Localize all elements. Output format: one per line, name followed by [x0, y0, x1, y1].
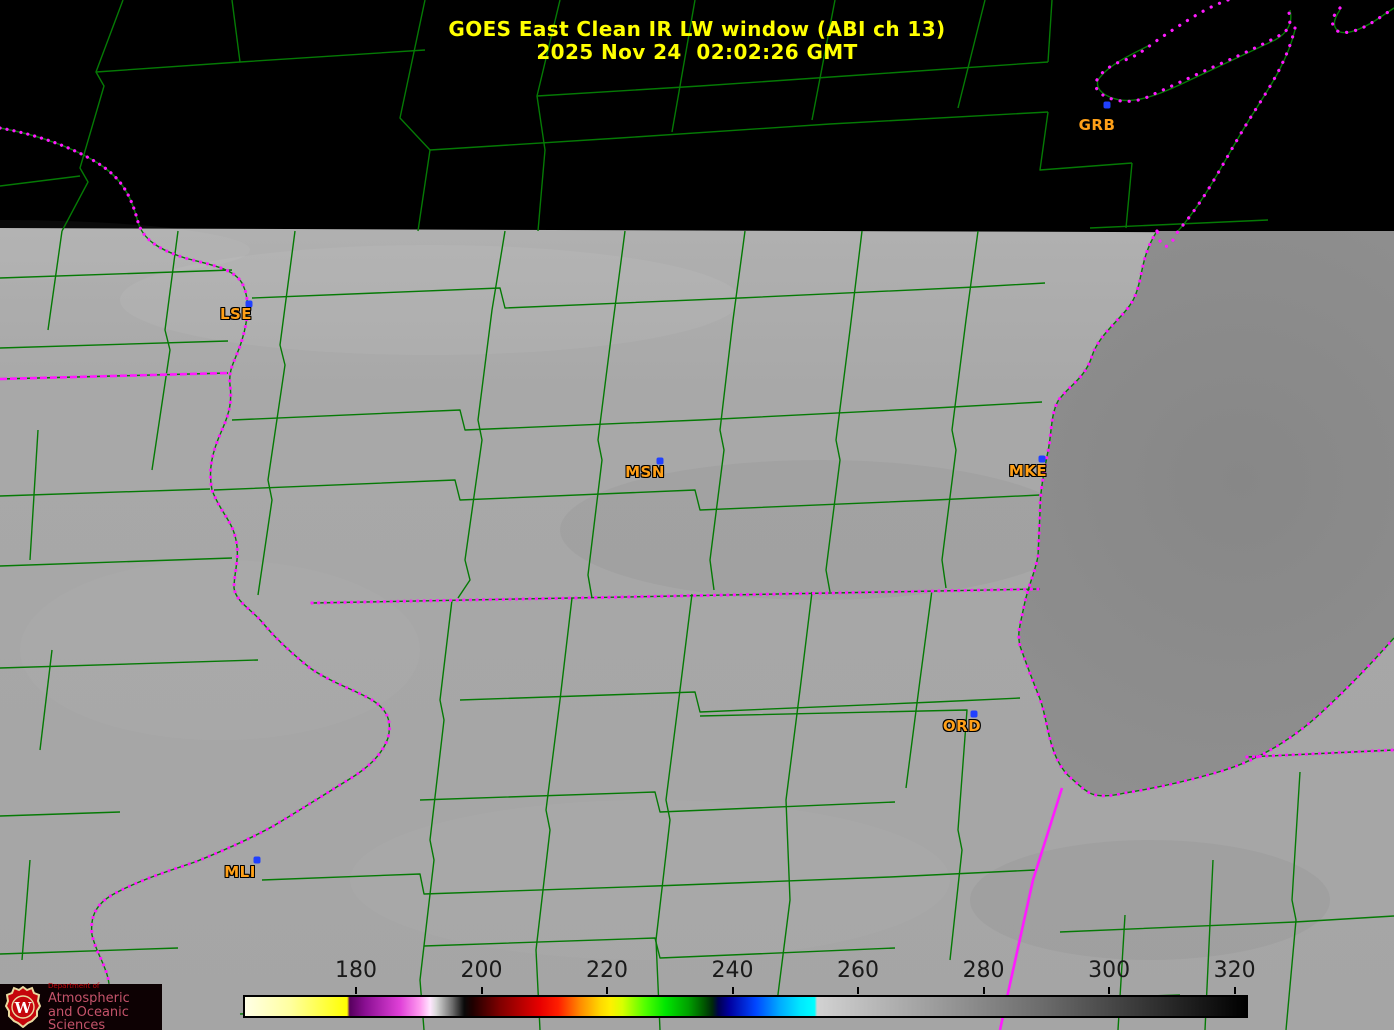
- station-dot-grb: [1103, 101, 1111, 109]
- colorbar-tick: [731, 987, 734, 994]
- colorbar: [243, 995, 1248, 1018]
- logo-name-line1: Atmospheric: [48, 990, 130, 1006]
- image-title: GOES East Clean IR LW window (ABI ch 13)…: [0, 18, 1394, 64]
- colorbar-tick: [480, 987, 483, 994]
- station-label-msn: MSN: [625, 463, 665, 481]
- uw-aos-logo: W Department of Atmospheric and Oceanic …: [0, 981, 162, 1030]
- colorbar-tick: [857, 987, 860, 994]
- station-label-ord: ORD: [942, 717, 982, 735]
- colorbar-tick: [982, 987, 985, 994]
- colorbar-tick: [355, 987, 357, 994]
- colorbar-tick-label: 240: [711, 958, 754, 983]
- logo-dept-line: Department of: [48, 981, 100, 990]
- map-canvas: [0, 0, 1394, 1030]
- station-label-mke: MKE: [1008, 462, 1048, 480]
- colorbar-tick-label: 200: [460, 958, 503, 983]
- title-line-1: GOES East Clean IR LW window (ABI ch 13): [448, 17, 946, 41]
- colorbar-tick: [1233, 987, 1236, 994]
- colorbar-tick-label: 180: [335, 958, 377, 983]
- station-label-lse: LSE: [219, 305, 253, 323]
- colorbar-tick-label: 320: [1213, 958, 1256, 983]
- svg-text:W: W: [14, 999, 33, 1017]
- colorbar-tick: [1108, 987, 1111, 994]
- colorbar-tick-label: 260: [837, 958, 880, 983]
- colorbar-tick-label: 280: [962, 958, 1005, 983]
- colorbar-tick-label: 220: [586, 958, 629, 983]
- title-line-2: 2025 Nov 24 02:02:26 GMT: [536, 40, 858, 64]
- station-label-grb: GRB: [1078, 116, 1116, 134]
- station-label-mli: MLI: [224, 863, 256, 881]
- colorbar-tick-label: 300: [1088, 958, 1131, 983]
- colorbar-tick: [606, 987, 609, 994]
- logo-text: Department of Atmospheric and Oceanic Sc…: [48, 981, 162, 1030]
- goes-ir-display: GOES East Clean IR LW window (ABI ch 13)…: [0, 0, 1394, 1030]
- logo-name-line2: and Oceanic Sciences: [48, 1004, 129, 1030]
- uw-crest-icon: W: [4, 986, 42, 1028]
